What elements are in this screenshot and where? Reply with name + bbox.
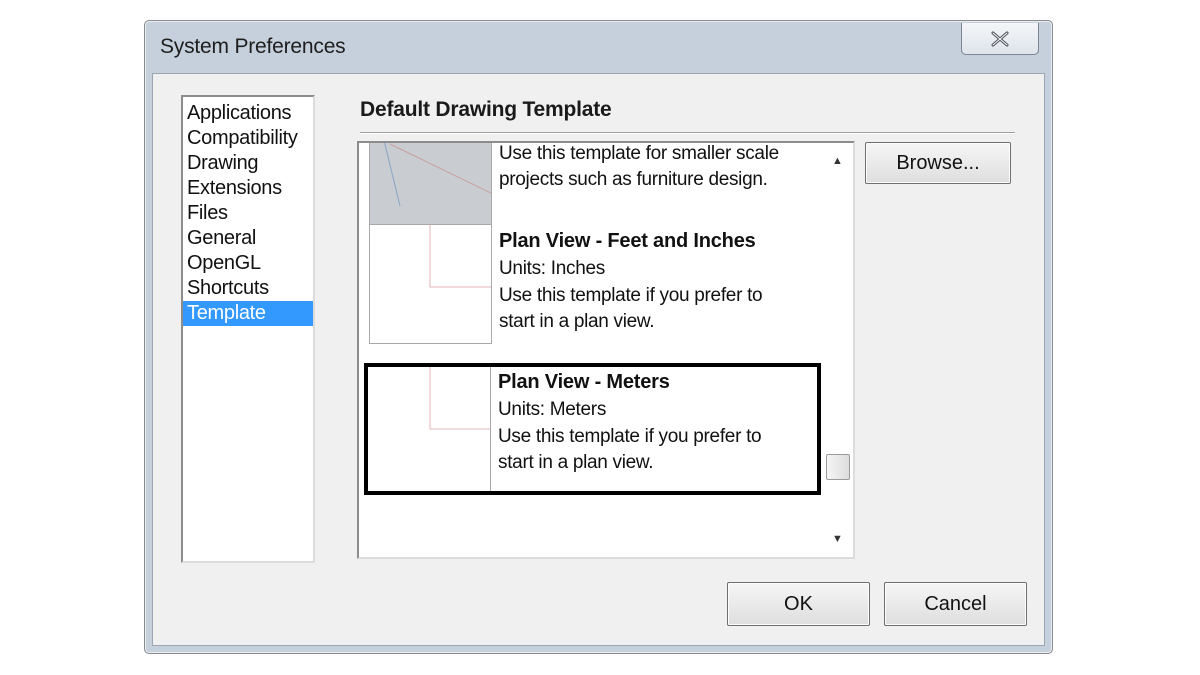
sidebar-item-drawing[interactable]: Drawing	[183, 151, 313, 176]
template-scrollbar[interactable]: ▲ ▼	[824, 143, 853, 557]
template-units: Units: Inches	[499, 258, 605, 279]
template-name: Plan View - Meters	[498, 371, 670, 393]
close-button[interactable]	[961, 23, 1039, 55]
template-name: Plan View - Feet and Inches	[499, 230, 756, 252]
sidebar-item-compatibility[interactable]: Compatibility	[183, 126, 313, 151]
close-icon	[991, 31, 1009, 46]
template-item-selected[interactable]: Plan View - Meters Units: Meters Use thi…	[364, 363, 821, 495]
section-divider	[360, 132, 1015, 134]
template-item[interactable]: Plan View - Feet and Inches Units: Inche…	[359, 224, 823, 364]
ok-button[interactable]: OK	[727, 582, 870, 626]
browse-button[interactable]: Browse...	[865, 142, 1011, 184]
sidebar-item-general[interactable]: General	[183, 226, 313, 251]
template-description: Use this template if you prefer to	[498, 426, 762, 447]
cancel-button[interactable]: Cancel	[884, 582, 1027, 626]
template-units: Units: Meters	[498, 399, 607, 420]
template-description: start in a plan view.	[499, 311, 655, 332]
sidebar-item-shortcuts[interactable]: Shortcuts	[183, 276, 313, 301]
sidebar-item-applications[interactable]: Applications	[183, 101, 313, 126]
template-list[interactable]: Use this template for smaller scale proj…	[357, 141, 855, 559]
template-description: start in a plan view.	[498, 452, 654, 473]
template-thumbnail	[369, 224, 492, 344]
category-list[interactable]: Applications Compatibility Drawing Exten…	[181, 95, 315, 563]
sidebar-item-opengl[interactable]: OpenGL	[183, 251, 313, 276]
template-description: Use this template if you prefer to	[499, 285, 763, 306]
sidebar-item-template[interactable]: Template	[183, 301, 313, 326]
scroll-down-icon[interactable]: ▼	[832, 533, 843, 545]
window-title: System Preferences	[160, 35, 346, 58]
template-thumbnail	[368, 367, 491, 491]
template-description: projects such as furniture design.	[499, 169, 768, 190]
sidebar-item-files[interactable]: Files	[183, 201, 313, 226]
template-description: Use this template for smaller scale	[499, 143, 779, 164]
scroll-up-icon[interactable]: ▲	[832, 155, 843, 167]
section-title: Default Drawing Template	[360, 98, 612, 121]
scroll-thumb[interactable]	[826, 454, 850, 480]
sidebar-item-extensions[interactable]: Extensions	[183, 176, 313, 201]
